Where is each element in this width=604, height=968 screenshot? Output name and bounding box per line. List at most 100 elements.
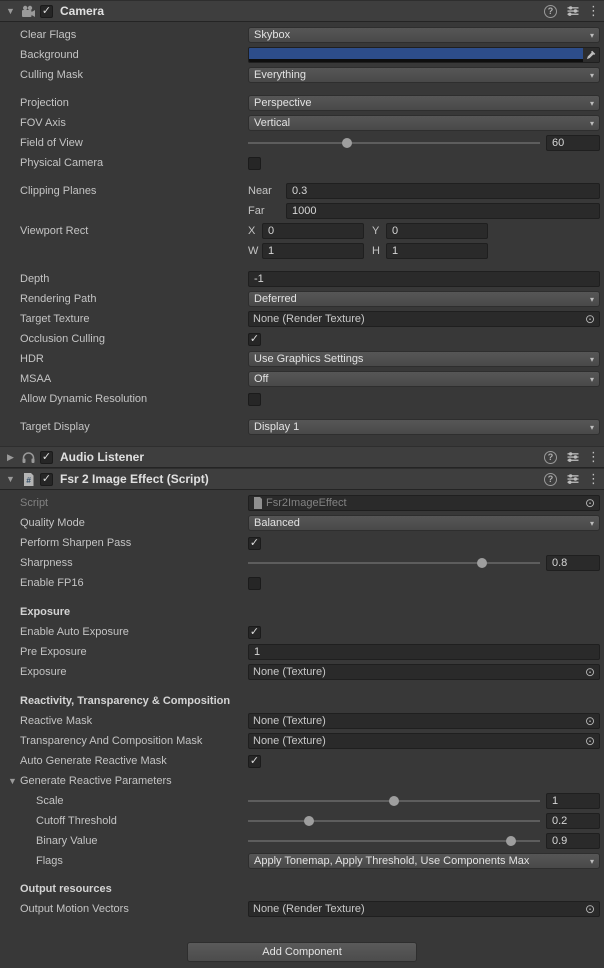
cutoff-threshold-slider[interactable] — [248, 812, 540, 830]
depth-input[interactable]: -1 — [248, 271, 600, 287]
pre-exposure-input[interactable]: 1 — [248, 644, 600, 660]
viewport-x-input[interactable]: 0 — [262, 223, 364, 239]
allow-dynamic-resolution-checkbox[interactable] — [248, 393, 261, 406]
physical-camera-checkbox[interactable] — [248, 157, 261, 170]
viewport-h-input[interactable]: 1 — [386, 243, 488, 259]
projection-dropdown[interactable]: Perspective ▾ — [248, 95, 600, 111]
object-picker-icon[interactable]: ⊙ — [583, 666, 597, 678]
object-picker-icon[interactable]: ⊙ — [583, 313, 597, 325]
exposure-field[interactable]: None (Texture) ⊙ — [248, 664, 600, 680]
pre-exposure-row: Pre Exposure 1 — [0, 643, 600, 661]
sharpness-row: Sharpness 0.8 — [0, 554, 600, 572]
exposure-label: Exposure — [0, 666, 248, 678]
dropdown-arrow-icon: ▾ — [590, 71, 594, 80]
quality-mode-row: Quality Mode Balanced ▾ — [0, 514, 600, 532]
reactive-mask-field[interactable]: None (Texture) ⊙ — [248, 713, 600, 729]
enable-auto-exposure-checkbox[interactable] — [248, 626, 261, 639]
slider-track — [248, 820, 540, 822]
projection-label: Projection — [0, 97, 248, 109]
physical-camera-label: Physical Camera — [0, 157, 248, 169]
clear-flags-dropdown[interactable]: Skybox ▾ — [248, 27, 600, 43]
perform-sharpen-pass-checkbox[interactable] — [248, 537, 261, 550]
rendering-path-label: Rendering Path — [0, 293, 248, 305]
target-texture-label: Target Texture — [0, 313, 248, 325]
foldout-open-icon[interactable]: ▼ — [5, 6, 16, 16]
flags-dropdown[interactable]: Apply Tonemap, Apply Threshold, Use Comp… — [248, 853, 600, 869]
object-picker-icon[interactable]: ⊙ — [583, 497, 597, 509]
target-display-dropdown[interactable]: Display 1 ▾ — [248, 419, 600, 435]
enable-fp16-checkbox[interactable] — [248, 577, 261, 590]
camera-component-header[interactable]: ▼ Camera ? ⋮ — [0, 0, 604, 22]
sharpness-slider[interactable] — [248, 554, 540, 572]
presets-icon[interactable] — [565, 449, 581, 465]
flags-row: Flags Apply Tonemap, Apply Threshold, Us… — [0, 852, 600, 870]
sharpness-input[interactable]: 0.8 — [546, 555, 600, 571]
slider-handle[interactable] — [477, 558, 487, 568]
near-plane-input[interactable]: 0.3 — [286, 183, 600, 199]
pre-exposure-label: Pre Exposure — [0, 646, 248, 658]
fov-axis-dropdown[interactable]: Vertical ▾ — [248, 115, 600, 131]
scale-input[interactable]: 1 — [546, 793, 600, 809]
binary-value-label: Binary Value — [0, 835, 248, 847]
inspector-panel: ▼ Camera ? ⋮ Clear Flags Skybox ▾ — [0, 0, 604, 962]
background-color-field[interactable] — [248, 47, 600, 63]
viewport-y-input[interactable]: 0 — [386, 223, 488, 239]
target-display-row: Target Display Display 1 ▾ — [0, 418, 600, 436]
scale-slider[interactable] — [248, 792, 540, 810]
binary-value-slider[interactable] — [248, 832, 540, 850]
x-label: X — [248, 225, 262, 237]
transparency-mask-field[interactable]: None (Texture) ⊙ — [248, 733, 600, 749]
add-component-button[interactable]: Add Component — [187, 942, 417, 962]
occlusion-culling-checkbox[interactable] — [248, 333, 261, 346]
target-texture-field[interactable]: None (Render Texture) ⊙ — [248, 311, 600, 327]
binary-value-input[interactable]: 0.9 — [546, 833, 600, 849]
viewport-w-input[interactable]: 1 — [262, 243, 364, 259]
kebab-menu-icon[interactable]: ⋮ — [587, 3, 599, 19]
clipping-planes-label: Clipping Planes — [0, 185, 248, 197]
cutoff-threshold-input[interactable]: 0.2 — [546, 813, 600, 829]
viewport-rect-wh-row: W 1 H 1 — [0, 242, 600, 260]
audio-listener-component-header[interactable]: ▶ Audio Listener ? ⋮ — [0, 446, 604, 468]
help-icon[interactable]: ? — [544, 5, 557, 18]
slider-handle[interactable] — [304, 816, 314, 826]
slider-handle[interactable] — [506, 836, 516, 846]
far-plane-input[interactable]: 1000 — [286, 203, 600, 219]
slider-handle[interactable] — [342, 138, 352, 148]
msaa-row: MSAA Off ▾ — [0, 370, 600, 388]
quality-mode-dropdown[interactable]: Balanced ▾ — [248, 515, 600, 531]
fsr2-component-header[interactable]: ▼ # Fsr 2 Image Effect (Script) ? ⋮ — [0, 468, 604, 490]
object-picker-icon[interactable]: ⊙ — [583, 735, 597, 747]
object-picker-icon[interactable]: ⊙ — [583, 903, 597, 915]
quality-mode-label: Quality Mode — [0, 517, 248, 529]
camera-enabled-checkbox[interactable] — [40, 5, 53, 18]
reactive-mask-label: Reactive Mask — [0, 715, 248, 727]
hdr-dropdown[interactable]: Use Graphics Settings ▾ — [248, 351, 600, 367]
color-swatch[interactable] — [249, 48, 583, 62]
foldout-closed-icon[interactable]: ▶ — [5, 452, 16, 463]
culling-mask-dropdown[interactable]: Everything ▾ — [248, 67, 600, 83]
presets-icon[interactable] — [565, 3, 581, 19]
kebab-menu-icon[interactable]: ⋮ — [587, 449, 599, 465]
generate-reactive-parameters-foldout[interactable]: ▼ Generate Reactive Parameters — [0, 775, 248, 787]
script-icon: # — [20, 471, 36, 487]
hdr-label: HDR — [0, 353, 248, 365]
script-field[interactable]: Fsr2ImageEffect ⊙ — [248, 495, 600, 511]
output-motion-vectors-field[interactable]: None (Render Texture) ⊙ — [248, 901, 600, 917]
section-header-exposure: Exposure — [0, 603, 600, 621]
kebab-menu-icon[interactable]: ⋮ — [587, 471, 599, 487]
slider-handle[interactable] — [389, 796, 399, 806]
eyedropper-icon[interactable] — [583, 48, 599, 62]
enable-fp16-label: Enable FP16 — [0, 577, 248, 589]
presets-icon[interactable] — [565, 471, 581, 487]
foldout-open-icon[interactable]: ▼ — [5, 474, 16, 484]
msaa-dropdown[interactable]: Off ▾ — [248, 371, 600, 387]
field-of-view-input[interactable]: 60 — [546, 135, 600, 151]
field-of-view-slider[interactable] — [248, 134, 540, 152]
fsr2-enabled-checkbox[interactable] — [40, 473, 53, 486]
help-icon[interactable]: ? — [544, 451, 557, 464]
auto-generate-reactive-mask-checkbox[interactable] — [248, 755, 261, 768]
audio-listener-enabled-checkbox[interactable] — [40, 451, 53, 464]
object-picker-icon[interactable]: ⊙ — [583, 715, 597, 727]
rendering-path-dropdown[interactable]: Deferred ▾ — [248, 291, 600, 307]
help-icon[interactable]: ? — [544, 473, 557, 486]
